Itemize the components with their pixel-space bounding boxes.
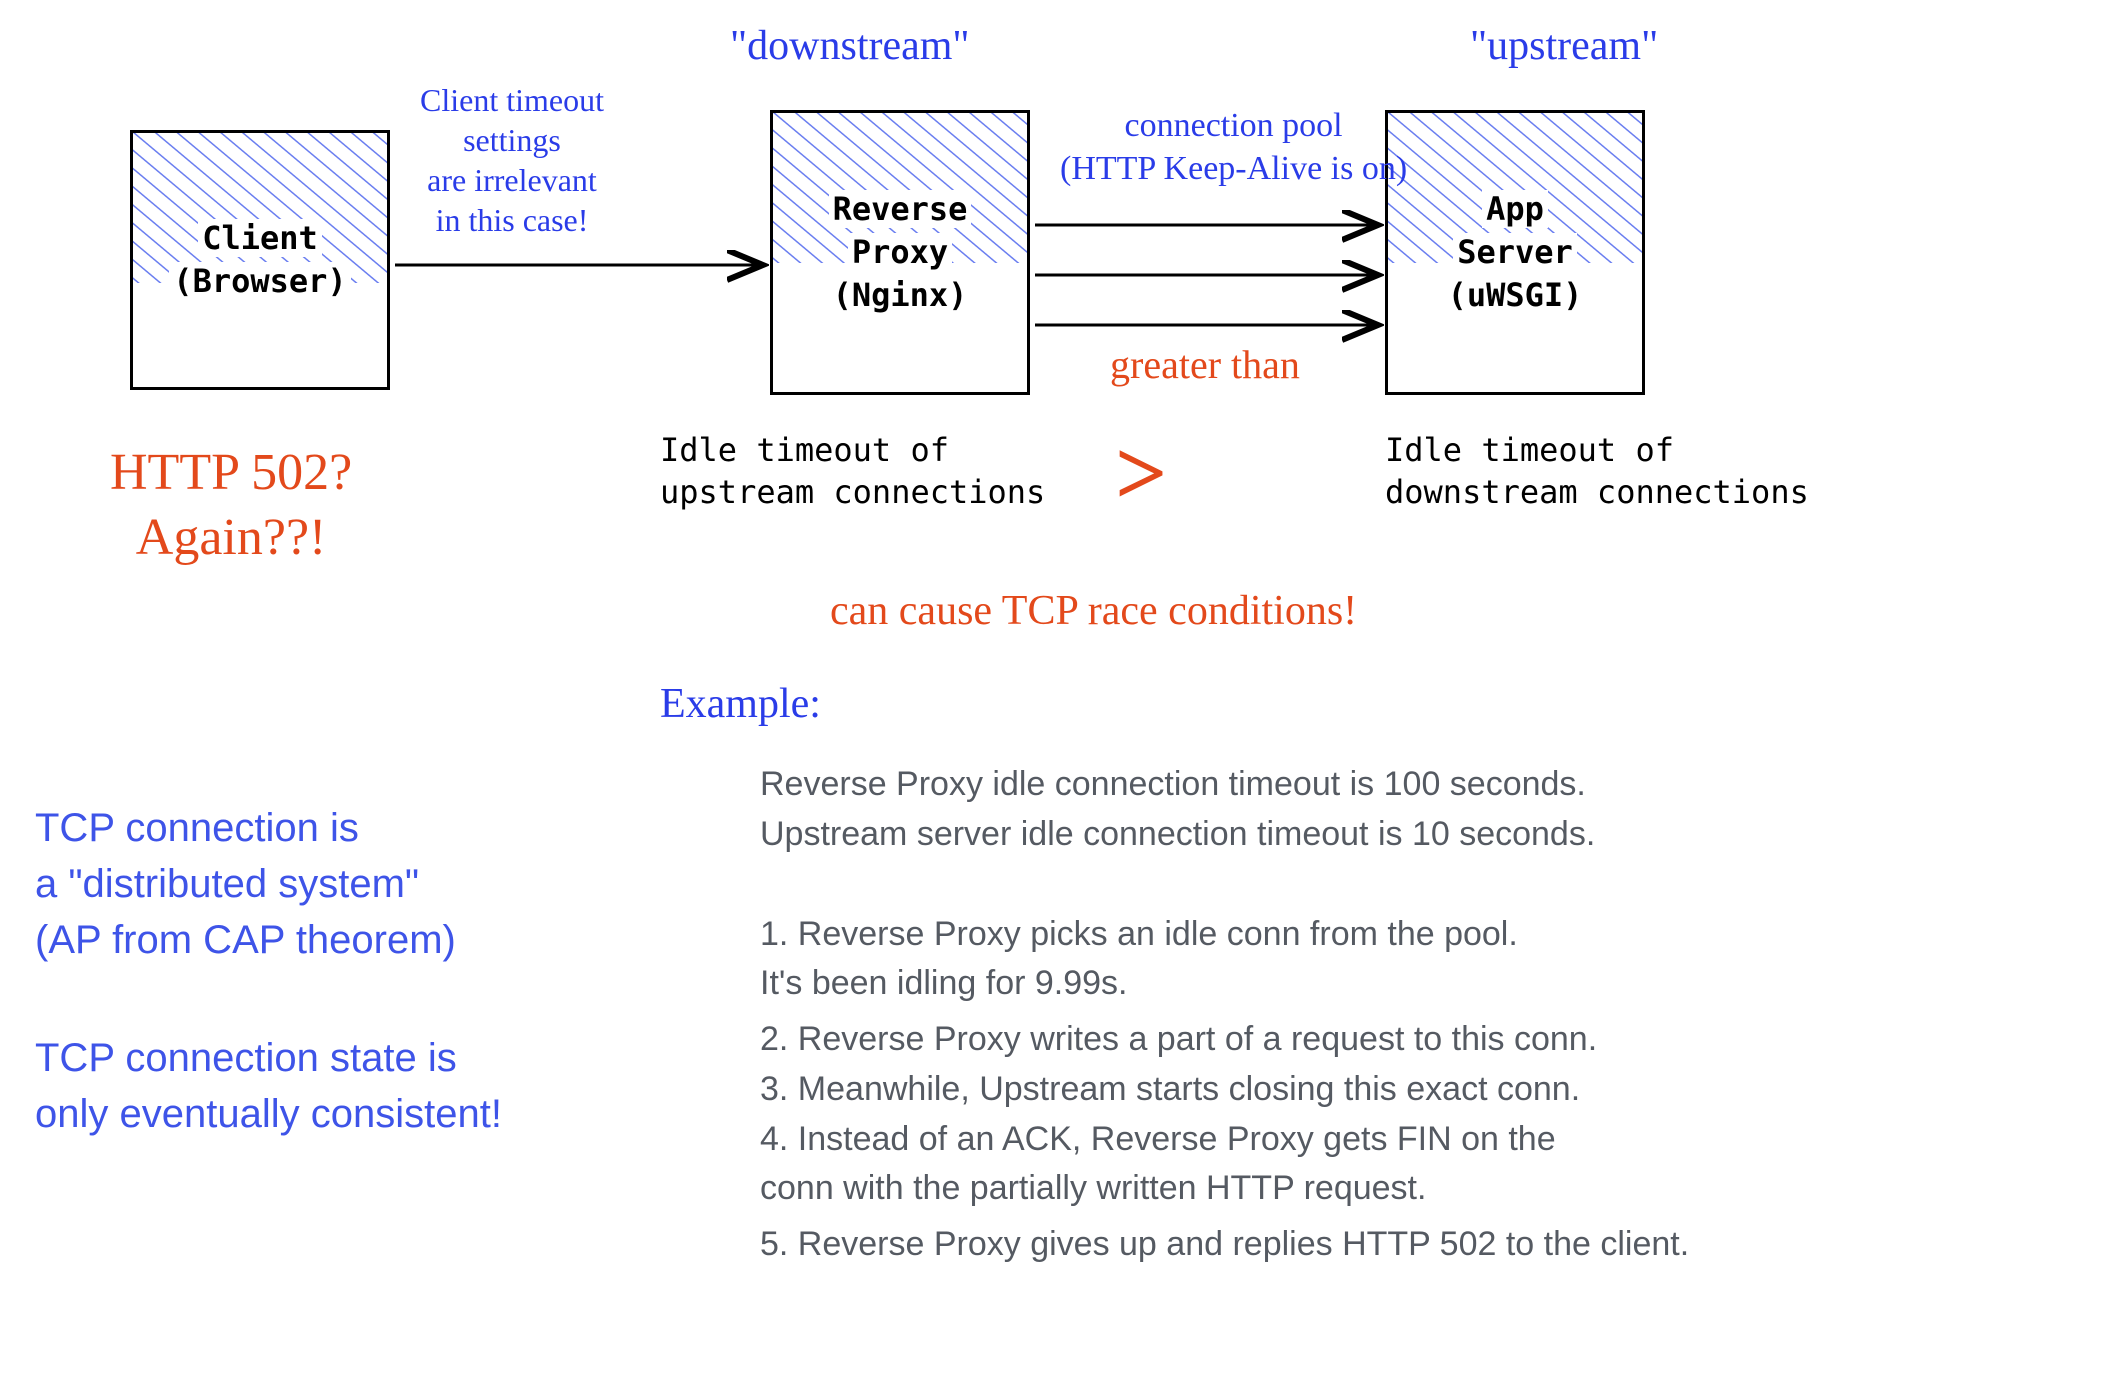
connection-pool-note: connection pool (HTTP Keep-Alive is on) (1060, 105, 1407, 190)
client-label: Client (Browser) (169, 217, 350, 303)
proxy-line2: Proxy (848, 233, 952, 271)
client-line1: Client (198, 219, 322, 257)
client-box: Client (Browser) (130, 130, 390, 390)
idle-timeout-upstream-label: Idle timeout of upstream connections (660, 430, 1045, 513)
example-step-2: 2. Reverse Proxy writes a part of a requ… (760, 1015, 1597, 1064)
client-line2: (Browser) (169, 262, 350, 300)
example-intro1: Reverse Proxy idle connection timeout is… (760, 760, 1586, 809)
example-step-4: 4. Instead of an ACK, Reverse Proxy gets… (760, 1115, 1556, 1214)
example-step-1: 1. Reverse Proxy picks an idle conn from… (760, 910, 1518, 1009)
app-line1: App (1482, 190, 1548, 228)
cap-theorem-note: TCP connection is a "distributed system"… (35, 800, 456, 968)
gt-symbol: > (1115, 420, 1167, 526)
eventually-consistent-note: TCP connection state is only eventually … (35, 1030, 502, 1142)
proxy-line1: Reverse (829, 190, 972, 228)
app-line2: Server (1453, 233, 1577, 271)
proxy-label: Reverse Proxy (Nginx) (829, 188, 972, 318)
downstream-label: "downstream" (730, 20, 970, 73)
upstream-label: "upstream" (1470, 20, 1658, 73)
race-condition-note: can cause TCP race conditions! (830, 585, 1357, 638)
app-line3: (uWSGI) (1444, 276, 1587, 314)
app-label: App Server (uWSGI) (1444, 188, 1587, 318)
example-intro2: Upstream server idle connection timeout … (760, 810, 1595, 859)
greater-than-label: greater than (1110, 340, 1300, 390)
client-timeout-note: Client timeout settings are irrelevant i… (420, 80, 604, 240)
example-header: Example: (660, 680, 821, 728)
app-box: App Server (uWSGI) (1385, 110, 1645, 395)
example-step-5: 5. Reverse Proxy gives up and replies HT… (760, 1220, 1689, 1269)
example-step-3: 3. Meanwhile, Upstream starts closing th… (760, 1065, 1580, 1114)
http-502-note: HTTP 502? Again??! (110, 440, 352, 570)
idle-timeout-downstream-label: Idle timeout of downstream connections (1385, 430, 1809, 513)
proxy-box: Reverse Proxy (Nginx) (770, 110, 1030, 395)
proxy-line3: (Nginx) (829, 276, 972, 314)
